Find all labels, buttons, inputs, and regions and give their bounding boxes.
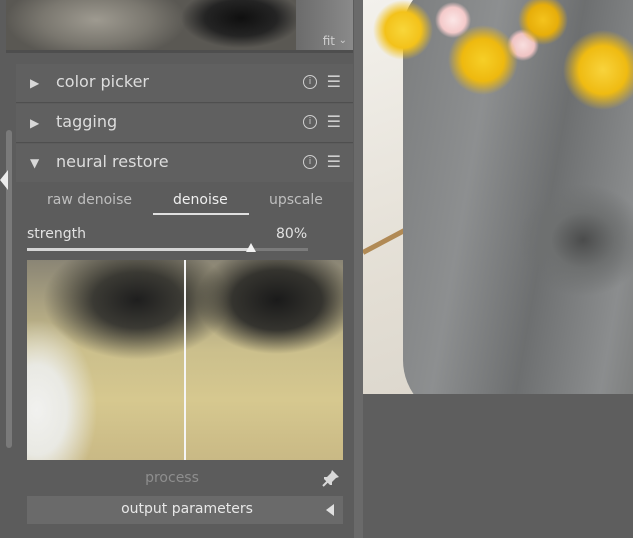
info-icon[interactable]: i: [303, 115, 317, 129]
presets-menu-icon[interactable]: ☰: [327, 74, 341, 90]
neural-restore-tabs: raw denoise denoise upscale: [16, 182, 353, 222]
chevron-left-icon: [326, 504, 334, 516]
collapse-panel-icon[interactable]: [0, 170, 8, 190]
strength-label: strength: [27, 226, 86, 242]
info-icon[interactable]: i: [303, 155, 317, 169]
module-label: neural restore: [56, 152, 169, 171]
module-label: tagging: [56, 112, 118, 131]
chevron-down-icon[interactable]: ⌄: [339, 35, 347, 46]
pin-icon[interactable]: [321, 468, 341, 488]
module-header-neural-restore[interactable]: ▼ neural restore i ☰: [16, 144, 353, 183]
presets-menu-icon[interactable]: ☰: [327, 154, 341, 170]
process-button[interactable]: process: [27, 466, 317, 490]
strength-slider[interactable]: [27, 248, 308, 251]
module-header-color-picker[interactable]: ▶ color picker i ☰: [16, 64, 353, 103]
split-divider[interactable]: [184, 260, 186, 460]
expand-arrow-icon: ▶: [30, 116, 40, 130]
strength-slider-fill: [27, 248, 252, 251]
before-after-preview[interactable]: [27, 260, 343, 460]
active-tab-indicator: [153, 213, 249, 215]
zoom-fit-label[interactable]: fit: [323, 34, 335, 48]
output-parameters-header[interactable]: output parameters: [27, 496, 343, 524]
output-parameters-label: output parameters: [121, 501, 253, 517]
left-panel: fit ⌄ ▶ color picker i ☰ ▶ tagging i ☰ ▼…: [0, 0, 356, 538]
divider: [6, 50, 353, 53]
strength-value: 80%: [276, 226, 308, 242]
thumbnail-preview[interactable]: fit ⌄: [6, 0, 353, 50]
image-flowers: [363, 0, 633, 110]
expand-arrow-icon: ▶: [30, 76, 40, 90]
collapse-arrow-icon: ▼: [30, 156, 40, 170]
module-label: color picker: [56, 72, 149, 91]
module-header-tagging[interactable]: ▶ tagging i ☰: [16, 104, 353, 143]
presets-menu-icon[interactable]: ☰: [327, 114, 341, 130]
info-icon[interactable]: i: [303, 75, 317, 89]
panel-border[interactable]: [354, 0, 363, 538]
tab-upscale[interactable]: upscale: [269, 192, 323, 208]
tab-raw-denoise[interactable]: raw denoise: [47, 192, 132, 208]
tab-denoise[interactable]: denoise: [173, 192, 228, 208]
center-image[interactable]: [363, 0, 633, 394]
strength-slider-handle[interactable]: [246, 243, 256, 252]
